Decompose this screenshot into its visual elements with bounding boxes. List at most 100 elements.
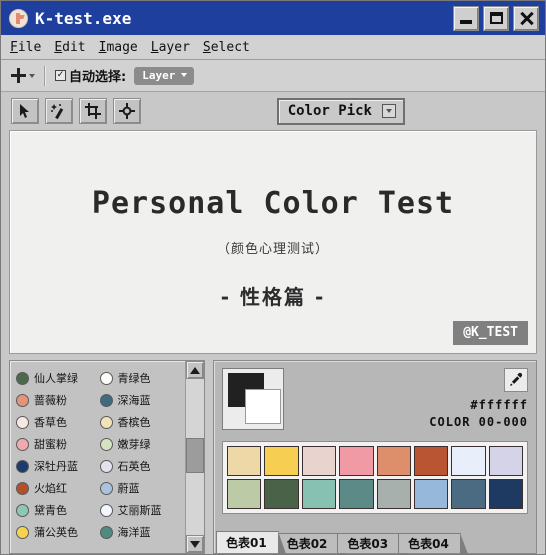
magic-wand-tool-button[interactable]: [45, 98, 73, 124]
hex-value-text: #ffffff: [470, 398, 528, 412]
list-item[interactable]: 蔷薇粉: [16, 389, 100, 411]
color-dot-icon: [99, 393, 113, 407]
move-target-tool-button[interactable]: [113, 98, 141, 124]
tab-色表03[interactable]: 色表03: [337, 533, 407, 554]
list-item[interactable]: 艾丽斯蓝: [99, 499, 184, 521]
move-tool-selector[interactable]: [11, 68, 35, 83]
list-item-label: 蔷薇粉: [34, 394, 67, 407]
color-swatch[interactable]: [339, 446, 374, 476]
canvas-watermark-badge: @K_TEST: [453, 321, 528, 345]
list-item-label: 香草色: [34, 416, 67, 429]
tab-label: 色表01: [226, 536, 267, 550]
color-swatch[interactable]: [339, 479, 374, 509]
color-pick-dropdown[interactable]: Color Pick: [276, 97, 405, 125]
color-swatch[interactable]: [301, 479, 337, 509]
menu-item-edit[interactable]: Edit: [54, 40, 85, 55]
list-item[interactable]: 仙人掌绿: [16, 367, 100, 389]
color-swatch[interactable]: [451, 446, 486, 476]
color-list-scrollbar[interactable]: [185, 361, 204, 553]
color-dot-icon: [16, 415, 29, 429]
move-target-icon: [119, 103, 135, 119]
toolbar-divider: [44, 65, 46, 86]
list-item[interactable]: 石英色: [99, 455, 184, 477]
color-readout: #ffffff COLOR 00-000: [429, 368, 528, 429]
pointer-tool-button[interactable]: [11, 98, 39, 124]
list-item[interactable]: 香草色: [16, 411, 100, 433]
list-item-label: 嫩芽绿: [117, 438, 151, 451]
title-bar: K-test.exe: [1, 1, 545, 35]
scroll-down-button[interactable]: [186, 535, 204, 553]
magic-wand-icon: [51, 104, 64, 119]
color-dot-icon: [16, 481, 29, 495]
window-title: K-test.exe: [35, 8, 132, 28]
list-item[interactable]: 蔚蓝: [99, 477, 184, 499]
menu-item-image[interactable]: Image: [99, 40, 138, 55]
menu-label-layer-rest: ayer: [158, 39, 190, 55]
foreground-background-color-control[interactable]: [222, 368, 284, 430]
color-pick-label: Color Pick: [287, 102, 372, 119]
menu-item-layer[interactable]: Layer: [151, 40, 190, 55]
tab-色表04[interactable]: 色表04: [398, 533, 468, 554]
color-dot-icon: [16, 503, 29, 517]
color-dot-icon: [99, 503, 113, 517]
color-code-text: COLOR 00-000: [429, 415, 528, 429]
color-swatch[interactable]: [376, 446, 411, 476]
list-item[interactable]: 深海蓝: [99, 389, 184, 411]
list-item-label: 艾丽斯蓝: [117, 504, 162, 517]
crop-tool-button[interactable]: [79, 98, 107, 124]
tab-色表02[interactable]: 色表02: [276, 533, 347, 554]
cursor-arrow-icon: [20, 104, 29, 118]
scroll-up-button[interactable]: [186, 361, 204, 379]
menu-bar: File Edit Image Layer Select: [1, 35, 545, 60]
color-swatch[interactable]: [413, 446, 449, 476]
swatch-grid-container: [222, 441, 528, 514]
list-item[interactable]: 深牡丹蓝: [16, 455, 100, 477]
menu-item-file[interactable]: File: [10, 40, 41, 55]
close-icon: [519, 11, 533, 25]
chevron-down-icon: [382, 103, 396, 118]
color-dot-icon: [16, 459, 29, 473]
eyedropper-button[interactable]: [504, 368, 528, 392]
chevron-down-icon: [190, 540, 200, 548]
color-swatch[interactable]: [301, 446, 337, 476]
canvas-section-label: - 性格篇 -: [220, 285, 326, 309]
menu-label-image-rest: mage: [106, 39, 138, 55]
list-item[interactable]: 黛青色: [16, 499, 100, 521]
list-item[interactable]: 香槟色: [99, 411, 184, 433]
canvas-title: Personal Color Test: [91, 186, 455, 221]
scrollbar-track[interactable]: [186, 379, 204, 535]
list-item[interactable]: 火焰红: [16, 477, 100, 499]
color-swatch[interactable]: [376, 479, 411, 509]
swatch-panel-header: #ffffff COLOR 00-000: [222, 368, 528, 436]
list-item[interactable]: 青绿色: [99, 367, 184, 389]
list-item[interactable]: 蒲公英色: [16, 521, 100, 543]
list-item-label: 仙人掌绿: [34, 372, 78, 385]
color-name-list: 仙人掌绿 青绿色蔷薇粉 深海蓝香草色 香槟色 甜蜜粉 嫩芽绿深牡丹蓝 石英色 火焰红 蔚蓝 黛青色…: [10, 361, 185, 553]
color-swatch[interactable]: [488, 479, 523, 509]
list-item[interactable]: 甜蜜粉: [16, 433, 100, 455]
color-swatch[interactable]: [227, 446, 262, 476]
tab-label: 色表02: [286, 537, 328, 551]
color-swatch[interactable]: [264, 446, 299, 476]
color-swatch[interactable]: [264, 479, 299, 509]
list-item[interactable]: 嫩芽绿: [99, 433, 184, 455]
canvas-subtitle: （颜色心理测试）: [216, 242, 329, 257]
minimize-button[interactable]: [453, 5, 479, 31]
color-swatch[interactable]: [413, 479, 449, 509]
canvas-area[interactable]: Personal Color Test （颜色心理测试） - 性格篇 - @K_…: [9, 130, 537, 354]
color-swatch[interactable]: [488, 446, 523, 476]
color-swatch[interactable]: [451, 479, 486, 509]
color-swatch[interactable]: [227, 479, 262, 509]
auto-select-checkbox[interactable]: [55, 70, 66, 81]
color-dot-icon: [99, 415, 113, 429]
tab-色表01[interactable]: 色表01: [216, 531, 286, 554]
layer-dropdown[interactable]: Layer: [134, 66, 195, 85]
menu-item-select[interactable]: Select: [203, 40, 250, 55]
tools-row: Color Pick: [1, 92, 545, 130]
swatch-panel: #ffffff COLOR 00-000 色表01 色表02 色表03 色表04: [213, 360, 537, 554]
maximize-button[interactable]: [483, 5, 509, 31]
scrollbar-thumb[interactable]: [186, 438, 204, 473]
background-color-swatch[interactable]: [245, 389, 281, 424]
close-button[interactable]: [513, 5, 539, 31]
list-item[interactable]: 海洋蓝: [99, 521, 184, 543]
